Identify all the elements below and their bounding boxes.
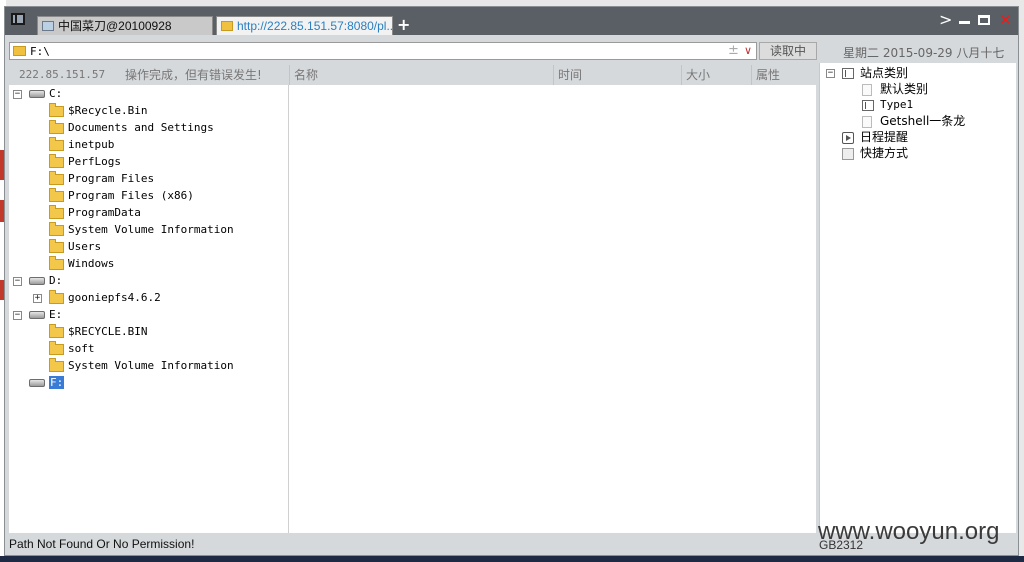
window-icon — [42, 21, 54, 31]
folder-icon — [49, 187, 64, 202]
folder-icon — [49, 255, 64, 270]
shortcuts[interactable]: 快捷方式 — [842, 145, 908, 161]
tree-folder[interactable]: System Volume Information — [49, 357, 234, 374]
drive-icon — [29, 311, 45, 319]
window-icon — [862, 99, 874, 111]
watermark: www.wooyun.org — [818, 518, 1000, 545]
folder-icon — [49, 323, 64, 338]
collapse-toggle[interactable]: − — [13, 90, 22, 99]
folder-icon — [49, 136, 64, 151]
address-bar: ± ∨ 读取中 星期二 2015-09-29 八月十七 — [5, 40, 1018, 62]
folder-icon — [49, 340, 64, 355]
tab-file-manager[interactable]: http://222.85.151.57:8080/pl... — [216, 16, 393, 35]
chevron-down-icon[interactable]: ∨ — [744, 43, 752, 59]
tree-folder[interactable]: $Recycle.Bin — [49, 102, 147, 119]
tab-home-label: 中国菜刀@20100928 — [58, 19, 172, 33]
tree-folder[interactable]: Users — [49, 238, 101, 255]
folder-icon — [49, 153, 64, 168]
column-attributes[interactable]: 属性 — [751, 65, 811, 85]
close-button[interactable]: ✕ — [999, 13, 1012, 28]
new-tab-button[interactable]: + — [397, 17, 410, 33]
operation-status: 操作完成，但有错误发生! — [125, 68, 262, 82]
play-icon — [842, 131, 854, 144]
tree-folder[interactable]: Program Files (x86) — [49, 187, 194, 204]
tree-folder[interactable]: System Volume Information — [49, 221, 234, 238]
column-time[interactable]: 时间 — [553, 65, 681, 85]
tree-folder[interactable]: ProgramData — [49, 204, 141, 221]
tree-folder[interactable]: $RECYCLE.BIN — [49, 323, 147, 340]
window-icon — [842, 68, 854, 79]
tab-home[interactable]: 中国菜刀@20100928 — [37, 16, 213, 35]
folder-icon — [13, 46, 26, 56]
folder-icon — [49, 204, 64, 219]
tree-folder[interactable]: PerfLogs — [49, 153, 121, 170]
site-category-root[interactable]: 站点类别 — [842, 65, 908, 81]
folder-icon — [49, 238, 64, 253]
expand-toggle[interactable]: + — [33, 294, 42, 303]
site-category-item[interactable]: Getshell一条龙 — [862, 113, 965, 129]
drive-icon — [29, 277, 45, 285]
plus-minus-icon[interactable]: ± — [728, 43, 739, 59]
collapse-toggle[interactable]: − — [13, 311, 22, 320]
folder-icon — [49, 289, 64, 304]
chevron-right-icon[interactable]: > — [939, 12, 952, 28]
document-icon — [862, 83, 872, 96]
tab-file-manager-label: http://222.85.151.57:8080/pl... — [237, 19, 393, 33]
tree-drive-c[interactable]: C: — [29, 85, 62, 102]
tree-drive-e[interactable]: E: — [29, 306, 62, 323]
tree-folder[interactable]: Program Files — [49, 170, 154, 187]
maximize-button[interactable] — [978, 15, 990, 25]
folder-icon — [49, 357, 64, 372]
background-taskbar-strip — [0, 556, 1024, 562]
folder-icon — [49, 102, 64, 117]
collapse-toggle[interactable]: − — [13, 277, 22, 286]
file-list[interactable] — [289, 85, 816, 533]
drive-icon — [29, 90, 45, 98]
tree-folder[interactable]: soft — [49, 340, 95, 357]
address-box: ± ∨ — [9, 42, 757, 60]
column-size[interactable]: 大小 — [681, 65, 751, 85]
status-message: Path Not Found Or No Permission! — [9, 537, 195, 551]
directory-tree: − C: $Recycle.Bin Documents and Settings… — [9, 85, 289, 533]
tree-drive-d[interactable]: D: — [29, 272, 62, 289]
shortcut-icon — [842, 147, 854, 160]
read-button[interactable]: 读取中 — [759, 42, 817, 60]
tree-folder[interactable]: Windows — [49, 255, 114, 272]
tree-folder[interactable]: Documents and Settings — [49, 119, 214, 136]
address-input[interactable] — [30, 43, 720, 59]
site-tree-panel: − 站点类别 默认类别 Type1 Getshell一条龙 日程提醒 快捷方式 — [819, 63, 1016, 533]
tab-bar: 中国菜刀@20100928 http://222.85.151.57:8080/… — [5, 7, 1018, 35]
drive-icon — [29, 379, 45, 387]
document-icon — [862, 115, 872, 128]
server-ip: 222.85.151.57 — [19, 68, 106, 81]
folder-icon — [49, 221, 64, 236]
date-display: 星期二 2015-09-29 八月十七 — [843, 46, 1005, 60]
folder-icon — [49, 170, 64, 185]
minimize-button[interactable] — [959, 21, 970, 24]
site-category-item[interactable]: 默认类别 — [862, 81, 928, 97]
chopper-window: 中国菜刀@20100928 http://222.85.151.57:8080/… — [4, 6, 1019, 556]
tree-drive-f[interactable]: F: — [29, 374, 65, 391]
folder-icon — [49, 119, 64, 134]
site-category-item[interactable]: Type1 — [862, 97, 913, 113]
tree-folder[interactable]: gooniepfs4.6.2 — [49, 289, 161, 306]
folder-icon — [221, 21, 233, 31]
column-name[interactable]: 名称 — [289, 65, 553, 85]
schedule-reminder[interactable]: 日程提醒 — [842, 129, 908, 145]
app-menu-icon[interactable] — [11, 13, 25, 25]
collapse-toggle[interactable]: − — [826, 69, 835, 78]
tree-folder[interactable]: inetpub — [49, 136, 114, 153]
